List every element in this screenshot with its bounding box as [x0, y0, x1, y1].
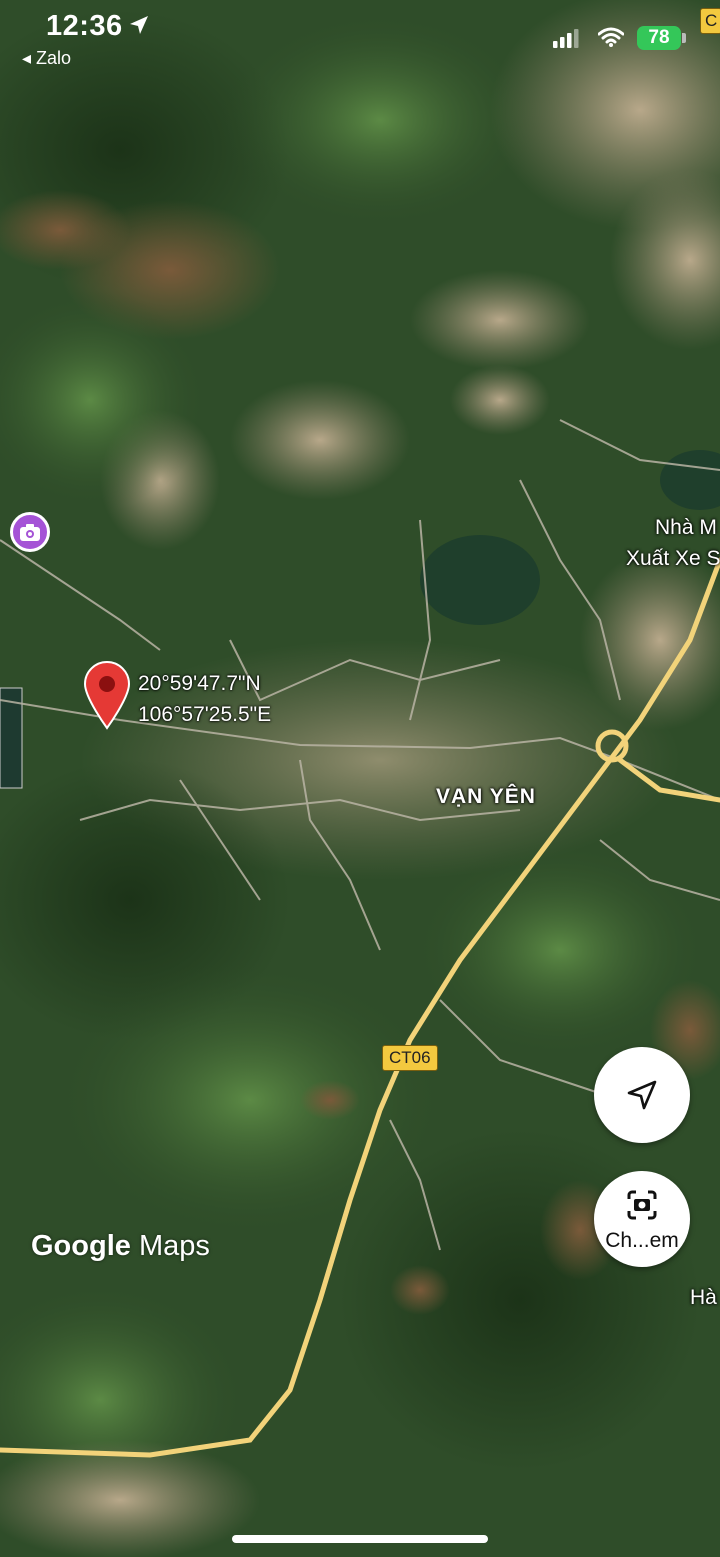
place-label-factory-line1[interactable]: Nhà M — [655, 516, 717, 540]
battery-indicator: 78 — [637, 26, 681, 50]
dropped-pin-marker[interactable] — [82, 660, 132, 730]
wifi-icon — [598, 27, 624, 47]
navigation-arrow-icon — [627, 1080, 657, 1110]
navigate-button[interactable] — [594, 1047, 690, 1143]
logo-google: Google — [31, 1230, 131, 1262]
place-label-factory-line2[interactable]: Xuất Xe S — [626, 547, 720, 571]
coordinate-longitude: 106°57'25.5"E — [138, 703, 272, 726]
battery-tip — [682, 33, 686, 43]
camera-search-button[interactable]: Ch...em — [594, 1171, 690, 1267]
satellite-map[interactable] — [0, 0, 720, 1557]
add-photo-icon — [20, 524, 40, 541]
home-indicator[interactable] — [232, 1535, 488, 1543]
status-bar: 12:36 ◂ Zalo 78 — [0, 0, 720, 80]
camera-search-label: Ch...em — [605, 1229, 679, 1252]
place-label-ha[interactable]: Hà — [690, 1286, 717, 1310]
place-label-town[interactable]: VẠN YÊN — [436, 785, 536, 809]
google-maps-logo: Google Maps — [31, 1230, 210, 1263]
photo-marker[interactable] — [10, 512, 50, 552]
status-time: 12:36 — [46, 10, 123, 42]
logo-maps: Maps — [138, 1230, 210, 1262]
road-shield-top: C — [700, 8, 720, 34]
location-arrow-icon — [130, 16, 148, 34]
road-shield-ct06: CT06 — [382, 1045, 438, 1071]
cellular-signal-icon — [553, 29, 579, 48]
coordinate-latitude: 20°59'47.7"N — [138, 672, 261, 695]
back-to-app-link[interactable]: ◂ Zalo — [22, 48, 71, 69]
camera-lens-icon — [627, 1190, 657, 1220]
